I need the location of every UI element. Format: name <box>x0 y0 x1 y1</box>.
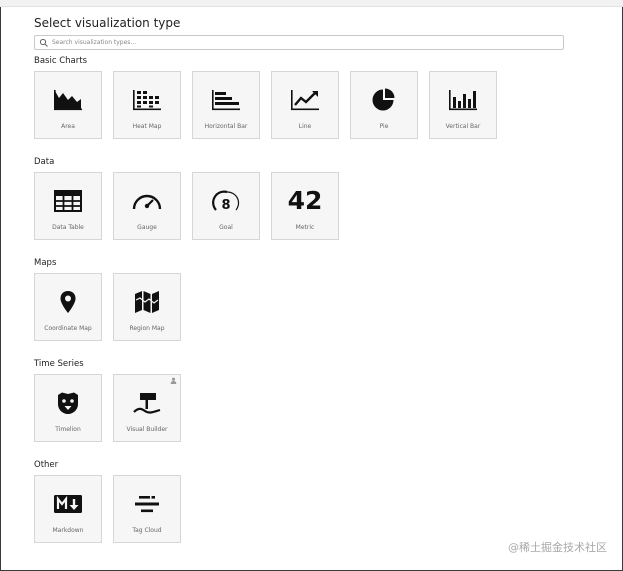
vis-card-coordinate-map[interactable]: Coordinate Map <box>34 273 102 341</box>
vis-card-tag-cloud[interactable]: Tag Cloud <box>113 475 181 543</box>
section-grid-other: Markdown Tag Cloud <box>34 475 181 543</box>
vis-card-label: Line <box>298 123 312 130</box>
vis-card-label: Heat Map <box>132 123 162 130</box>
experimental-icon <box>170 377 177 384</box>
vis-card-metric[interactable]: 42 Metric <box>271 172 339 240</box>
table-icon <box>54 190 82 212</box>
map-pin-icon <box>60 291 76 313</box>
timelion-icon <box>58 392 78 414</box>
markdown-icon <box>54 495 82 513</box>
section-title-maps: Maps <box>34 258 57 268</box>
vis-card-label: Area <box>61 123 75 130</box>
search-icon <box>39 38 48 47</box>
visual-builder-icon <box>133 393 161 414</box>
section-grid-maps: Coordinate Map Region Map <box>34 273 181 341</box>
vis-card-label: Timelion <box>55 426 81 433</box>
section-grid-time-series: Timelion Visual Builder <box>34 374 181 442</box>
vis-card-label: Horizontal Bar <box>204 123 248 130</box>
vis-card-label: Region Map <box>129 325 165 332</box>
region-map-icon <box>135 291 159 313</box>
vertical-bar-icon <box>449 90 477 111</box>
vis-card-label: Coordinate Map <box>44 325 92 332</box>
vis-card-line[interactable]: Line <box>271 71 339 139</box>
metric-icon: 42 <box>287 186 323 215</box>
section-title-basic-charts: Basic Charts <box>34 56 87 66</box>
horizontal-bar-icon <box>212 90 240 111</box>
vis-card-label: Data Table <box>52 224 84 231</box>
vis-card-label: Visual Builder <box>126 426 168 433</box>
vis-card-pie[interactable]: Pie <box>350 71 418 139</box>
section-title-time-series: Time Series <box>34 359 84 369</box>
tag-cloud-icon <box>135 496 159 513</box>
vis-card-label: Tag Cloud <box>132 527 162 534</box>
pie-chart-icon <box>372 88 395 111</box>
section-title-data: Data <box>34 157 55 167</box>
vis-card-gauge[interactable]: Gauge <box>113 172 181 240</box>
section-grid-data: Data Table Gauge 8 Goal 42 Metric <box>34 172 339 240</box>
search-box[interactable] <box>34 35 564 50</box>
line-chart-icon <box>291 90 319 111</box>
vis-card-markdown[interactable]: Markdown <box>34 475 102 543</box>
area-chart-icon <box>54 90 82 111</box>
vis-card-region-map[interactable]: Region Map <box>113 273 181 341</box>
vis-card-label: Gauge <box>137 224 157 231</box>
vis-card-label: Goal <box>219 224 233 231</box>
vis-card-label: Markdown <box>52 527 84 534</box>
vis-card-timelion[interactable]: Timelion <box>34 374 102 442</box>
vis-card-data-table[interactable]: Data Table <box>34 172 102 240</box>
search-input[interactable] <box>52 39 552 46</box>
vis-card-area[interactable]: Area <box>34 71 102 139</box>
section-title-other: Other <box>34 460 59 470</box>
goal-icon: 8 <box>212 190 240 213</box>
section-grid-basic-charts: Area Heat Map Horizontal Bar Line Pie Ve… <box>34 71 497 139</box>
heat-map-icon <box>133 90 161 111</box>
vis-card-label: Pie <box>379 123 389 130</box>
vis-card-horizontal-bar[interactable]: Horizontal Bar <box>192 71 260 139</box>
gauge-icon <box>132 194 162 210</box>
vis-card-goal[interactable]: 8 Goal <box>192 172 260 240</box>
vis-card-label: Vertical Bar <box>445 123 481 130</box>
watermark: @稀土掘金技术社区 <box>508 541 607 554</box>
vis-card-visual-builder[interactable]: Visual Builder <box>113 374 181 442</box>
vis-card-vertical-bar[interactable]: Vertical Bar <box>429 71 497 139</box>
vis-card-label: Metric <box>295 224 315 231</box>
dialog-title: Select visualization type <box>34 16 181 30</box>
svg-text:8: 8 <box>221 198 230 213</box>
vis-card-heat-map[interactable]: Heat Map <box>113 71 181 139</box>
dialog-top-bar <box>0 0 623 7</box>
